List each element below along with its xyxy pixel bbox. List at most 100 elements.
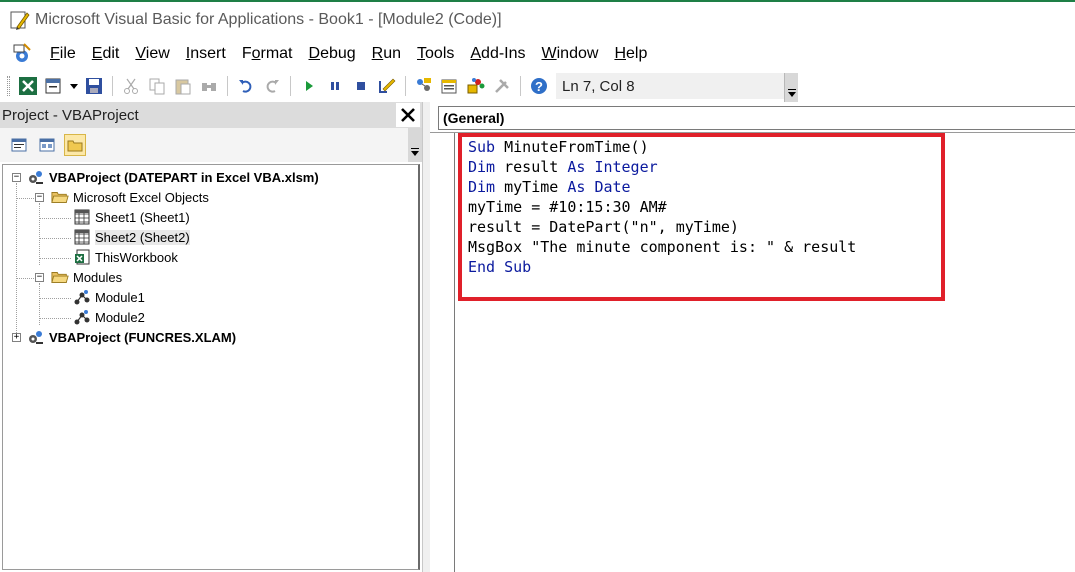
- project-explorer-header: Project - VBAProject: [0, 102, 422, 128]
- tree-label: VBAProject (FUNCRES.XLAM): [49, 329, 237, 345]
- svg-text:?: ?: [535, 79, 543, 94]
- menu-bar: File Edit View Insert Format Debug Run Tools Add…: [0, 38, 1075, 70]
- project-explorer: Project - VBAProject − VBAProject (DATEP…: [0, 102, 422, 572]
- highlight-annotation: [458, 133, 945, 301]
- view-code-icon[interactable]: [8, 134, 30, 156]
- menu-file[interactable]: File: [42, 38, 84, 70]
- tree-label: Sheet1 (Sheet1): [95, 209, 190, 225]
- tree-node-module2[interactable]: Module2: [73, 307, 145, 327]
- tree-line: [16, 278, 34, 279]
- tree-line: [16, 198, 34, 199]
- cursor-position-display: Ln 7, Col 8: [556, 73, 798, 103]
- toolbar-separator: [405, 76, 406, 96]
- run-icon[interactable]: [298, 75, 320, 97]
- menu-help[interactable]: Help: [606, 38, 655, 70]
- menu-view[interactable]: View: [127, 38, 177, 70]
- project-explorer-title: Project - VBAProject: [2, 106, 139, 124]
- scrollbar-arrow[interactable]: [408, 128, 422, 162]
- tree-node-sheet2[interactable]: Sheet2 (Sheet2): [73, 227, 190, 247]
- toolbar-options-dropdown[interactable]: [784, 73, 798, 103]
- tree-line: [39, 318, 71, 319]
- toggle-folders-icon[interactable]: [64, 134, 86, 156]
- object-browser-icon[interactable]: [465, 75, 487, 97]
- tree-node-excel-objects[interactable]: Microsoft Excel Objects: [51, 187, 209, 207]
- tree-label: Microsoft Excel Objects: [73, 189, 209, 205]
- pane-splitter[interactable]: [422, 102, 430, 572]
- expand-button[interactable]: +: [12, 333, 21, 342]
- code-editor[interactable]: Sub MinuteFromTime() Dim result As Intege…: [430, 132, 1075, 572]
- menu-window[interactable]: Window: [534, 38, 607, 70]
- tree-line: [16, 183, 17, 339]
- paste-icon[interactable]: [172, 75, 194, 97]
- window-title: Microsoft Visual Basic for Applications …: [35, 11, 502, 28]
- toolbar-grip[interactable]: [7, 76, 10, 96]
- menu-format[interactable]: Format: [234, 38, 301, 70]
- tree-node-project2[interactable]: VBAProject (FUNCRES.XLAM): [27, 327, 236, 347]
- menu-add-ins[interactable]: Add-Ins: [462, 38, 533, 70]
- find-icon[interactable]: [198, 75, 220, 97]
- undo-icon[interactable]: [235, 75, 257, 97]
- copy-icon[interactable]: [146, 75, 168, 97]
- close-icon[interactable]: [396, 103, 420, 127]
- menu-items: File Edit View Insert Format Debug Run Tools Add…: [42, 38, 655, 70]
- code-window: (General) Sub MinuteFromTime() Dim result…: [430, 102, 1075, 572]
- title-bar: Microsoft Visual Basic for Applications …: [0, 2, 1075, 38]
- redo-icon[interactable]: [261, 75, 283, 97]
- view-object-icon[interactable]: [36, 134, 58, 156]
- project-tree: − VBAProject (DATEPART in Excel VBA.xlsm…: [2, 164, 420, 570]
- toolbar-separator: [227, 76, 228, 96]
- tree-node-module1[interactable]: Module1: [73, 287, 145, 307]
- tree-line: [39, 203, 40, 265]
- tree-node-project1[interactable]: VBAProject (DATEPART in Excel VBA.xlsm): [27, 167, 319, 187]
- project-explorer-icon[interactable]: [413, 75, 435, 97]
- tree-label: Module1: [95, 289, 145, 305]
- collapse-button[interactable]: −: [12, 173, 21, 182]
- help-icon[interactable]: ?: [528, 75, 550, 97]
- tree-line: [39, 238, 71, 239]
- code-margin: [454, 133, 455, 572]
- workbook-icon: [73, 248, 91, 266]
- tree-line: [39, 258, 71, 259]
- worksheet-icon: [73, 228, 91, 246]
- tree-line: [39, 218, 71, 219]
- menu-debug[interactable]: Debug: [301, 38, 364, 70]
- collapse-button[interactable]: −: [35, 273, 44, 282]
- menu-insert[interactable]: Insert: [178, 38, 234, 70]
- tree-node-modules[interactable]: Modules: [51, 267, 122, 287]
- tree-node-sheet1[interactable]: Sheet1 (Sheet1): [73, 207, 190, 227]
- tree-label: Module2: [95, 309, 145, 325]
- excel-icon[interactable]: [17, 75, 39, 97]
- standard-toolbar: ? Ln 7, Col 8: [0, 70, 1075, 103]
- tree-line: [39, 298, 71, 299]
- insert-module-icon[interactable]: [43, 75, 65, 97]
- cut-icon[interactable]: [120, 75, 142, 97]
- object-dropdown-value: (General): [443, 110, 505, 126]
- module-icon: [73, 288, 91, 306]
- folder-open-icon: [51, 188, 69, 206]
- cursor-position-text: Ln 7, Col 8: [562, 77, 635, 95]
- menu-edit[interactable]: Edit: [84, 38, 128, 70]
- toolbar-separator: [520, 76, 521, 96]
- save-icon[interactable]: [83, 75, 105, 97]
- tree-label: Sheet2 (Sheet2): [95, 229, 190, 245]
- properties-icon[interactable]: [439, 75, 461, 97]
- tree-label: Modules: [73, 269, 123, 285]
- reset-icon[interactable]: [350, 75, 372, 97]
- vba-app-icon: [9, 9, 31, 31]
- tree-label: VBAProject (DATEPART in Excel VBA.xlsm): [49, 169, 319, 185]
- toolbar-separator: [112, 76, 113, 96]
- tree-label: ThisWorkbook: [95, 249, 178, 265]
- menu-run[interactable]: Run: [364, 38, 409, 70]
- object-dropdown[interactable]: (General): [438, 106, 1075, 130]
- menu-tools[interactable]: Tools: [409, 38, 462, 70]
- vba-menu-icon[interactable]: [10, 42, 34, 66]
- vbaproject-icon: [27, 328, 45, 346]
- folder-open-icon: [51, 268, 69, 286]
- collapse-button[interactable]: −: [35, 193, 44, 202]
- tree-node-thisworkbook[interactable]: ThisWorkbook: [73, 247, 178, 267]
- design-mode-icon[interactable]: [376, 75, 398, 97]
- toolbar-separator: [290, 76, 291, 96]
- chevron-down-icon[interactable]: [69, 75, 79, 97]
- break-icon[interactable]: [324, 75, 346, 97]
- toolbox-icon[interactable]: [491, 75, 513, 97]
